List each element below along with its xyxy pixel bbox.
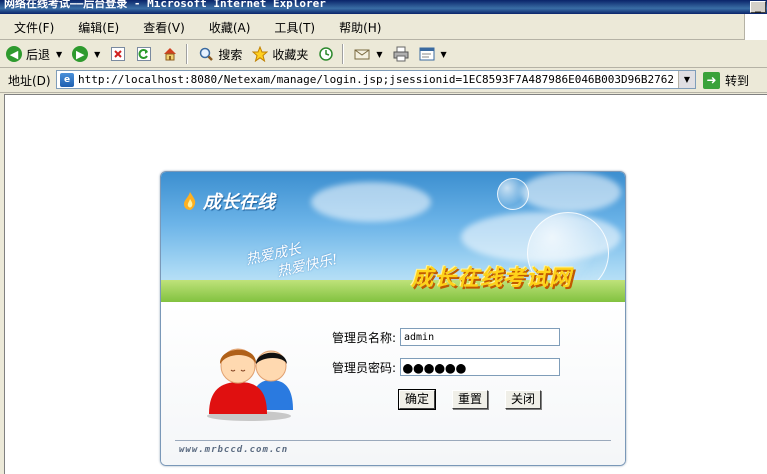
login-panel: 成长在线 热爱成长 热爱快乐! 成长在线考试网 管理员名称: 管理员密码: — [160, 171, 626, 466]
slogan: 热爱成长 热爱快乐! — [244, 233, 339, 287]
close-button[interactable]: 关闭 — [505, 390, 542, 409]
window-title: 网络在线考试——后台登录 - Microsoft Internet Explor… — [4, 0, 326, 10]
favorites-button[interactable]: 收藏夹 — [248, 43, 312, 65]
footer-url: www.mrbccd.com.cn — [179, 445, 289, 455]
print-button[interactable] — [389, 43, 413, 65]
forward-arrow-icon: ▶ — [72, 46, 89, 62]
reset-button[interactable]: 重置 — [452, 390, 489, 409]
back-arrow-icon: ◀ — [6, 46, 22, 62]
address-input[interactable]: e http://localhost:8080/Netexam/manage/l… — [56, 70, 696, 89]
stop-button[interactable] — [106, 43, 130, 65]
forward-button[interactable]: ▶ ▼ — [68, 43, 104, 65]
login-form: 管理员名称: 管理员密码: 确定 重置 关闭 www.mrbccd.com.cn — [161, 302, 625, 465]
edit-button[interactable]: ▼ — [415, 43, 451, 65]
bubble-icon — [497, 178, 529, 210]
window-controls: _ — [749, 0, 767, 14]
mail-button[interactable]: ▼ — [350, 43, 386, 65]
window-titlebar: 网络在线考试——后台登录 - Microsoft Internet Explor… — [0, 0, 767, 14]
search-label: 搜索 — [218, 47, 243, 62]
favorites-label: 收藏夹 — [272, 47, 309, 62]
logo-text: 成长在线 — [203, 192, 275, 213]
search-icon — [198, 46, 214, 62]
password-label: 管理员密码: — [331, 360, 396, 375]
site-logo: 成长在线 — [183, 188, 275, 214]
ok-button[interactable]: 确定 — [397, 389, 437, 410]
toolbar: ◀ 后退 ▼ ▶ ▼ 搜索 收藏夹 ▼ ▼ — [0, 41, 767, 68]
home-icon — [162, 46, 178, 62]
menu-tools[interactable]: 工具(T) — [260, 17, 325, 39]
go-arrow-icon: ➜ — [703, 71, 720, 89]
password-row: 管理员密码: — [316, 358, 560, 376]
login-buttons: 确定 重置 关闭 — [397, 389, 558, 410]
menu-edit[interactable]: 编辑(E) — [64, 17, 129, 39]
chevron-down-icon[interactable]: ▼ — [376, 50, 382, 59]
menu-help[interactable]: 帮助(H) — [325, 17, 391, 39]
history-button[interactable] — [314, 43, 338, 65]
username-label: 管理员名称: — [331, 330, 396, 345]
flame-icon — [184, 192, 196, 210]
address-url[interactable]: http://localhost:8080/Netexam/manage/log… — [78, 73, 678, 86]
minimize-icon[interactable]: _ — [750, 1, 766, 13]
back-label: 后退 — [26, 47, 51, 62]
stop-icon — [110, 46, 126, 62]
username-input[interactable] — [400, 328, 560, 346]
chevron-down-icon[interactable]: ▼ — [441, 50, 447, 59]
mail-icon — [354, 46, 370, 62]
password-input[interactable] — [400, 358, 560, 376]
go-label: 转到 — [725, 73, 750, 88]
toolbar-separator — [342, 44, 345, 64]
menu-file[interactable]: 文件(F) — [0, 17, 64, 39]
refresh-button[interactable] — [132, 43, 156, 65]
menu-bar: 文件(F) 编辑(E) 查看(V) 收藏(A) 工具(T) 帮助(H) — [0, 14, 767, 40]
chevron-down-icon[interactable]: ▼ — [56, 50, 62, 59]
back-button[interactable]: ◀ 后退 ▼ — [2, 43, 66, 65]
login-banner: 成长在线 热爱成长 热爱快乐! 成长在线考试网 — [161, 172, 625, 322]
search-button[interactable]: 搜索 — [194, 43, 246, 65]
footer-divider — [175, 440, 611, 441]
printer-icon — [393, 46, 409, 62]
site-title: 成长在线考试网 — [411, 266, 573, 291]
toolbar-separator — [186, 44, 189, 64]
username-row: 管理员名称: — [316, 328, 560, 346]
chevron-down-icon[interactable]: ▼ — [678, 71, 695, 88]
address-bar: 地址(D) e http://localhost:8080/Netexam/ma… — [0, 68, 767, 93]
ie-page-icon: e — [60, 72, 74, 87]
chevron-down-icon[interactable]: ▼ — [94, 50, 100, 59]
users-avatar-icon — [207, 348, 293, 421]
home-button[interactable] — [158, 43, 182, 65]
address-label: 地址(D) — [8, 73, 51, 88]
menu-view[interactable]: 查看(V) — [129, 17, 195, 39]
ie-throbber — [744, 14, 767, 40]
refresh-icon — [136, 46, 152, 62]
go-button[interactable]: ➜ 转到 — [703, 70, 749, 90]
star-icon — [252, 46, 269, 62]
history-icon — [318, 46, 334, 62]
menu-favorites[interactable]: 收藏(A) — [195, 17, 261, 39]
edit-page-icon — [419, 46, 435, 62]
